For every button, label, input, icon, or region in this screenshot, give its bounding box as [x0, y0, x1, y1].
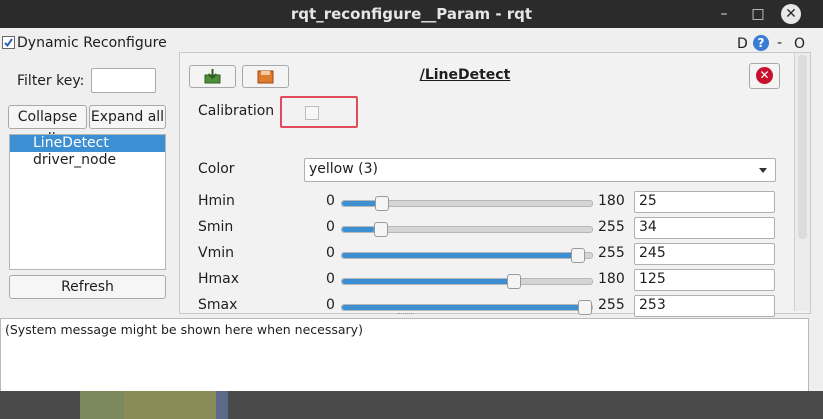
param-min: 0 [326, 219, 335, 235]
node-panel: /LineDetect ✕ Calibration Color yellow (… [179, 52, 811, 343]
param-slider[interactable] [341, 248, 593, 263]
param-value-field[interactable]: 245 [634, 243, 775, 265]
dock-d-button[interactable]: D [737, 36, 748, 52]
param-value: 125 [639, 271, 666, 287]
param-max: 255 [598, 297, 625, 313]
param-label: Hmin [198, 193, 235, 209]
param-slider-fill [342, 253, 582, 258]
close-icon: ✕ [756, 67, 773, 84]
param-label: Hmax [198, 271, 240, 287]
param-min: 0 [326, 245, 335, 261]
color-select-value: yellow (3) [309, 161, 378, 177]
collapse-all-button[interactable]: Collapse all [8, 105, 87, 147]
param-value: 25 [639, 193, 657, 209]
param-value-field[interactable]: 25 [634, 191, 775, 213]
dock-title: Dynamic Reconfigure [17, 35, 167, 51]
param-slider[interactable] [341, 274, 593, 289]
param-slider-fill [342, 201, 377, 206]
param-value: 245 [639, 245, 666, 261]
window-title: rqt_reconfigure__Param - rqt [290, 5, 533, 23]
param-slider-fill [342, 279, 516, 284]
background-strip [0, 391, 823, 419]
calibration-checkbox[interactable] [305, 106, 319, 120]
tree-item-driver-node[interactable]: driver_node [10, 152, 165, 169]
minimize-icon[interactable]: – [714, 4, 734, 24]
color-label: Color [198, 161, 235, 177]
calibration-label: Calibration [198, 103, 275, 119]
splitter-handle[interactable] [398, 313, 414, 316]
main-window: Dynamic Reconfigure D ? - O Filter key: … [0, 28, 823, 419]
node-tree: LineDetect driver_node [9, 134, 166, 270]
param-slider[interactable] [341, 222, 593, 237]
color-select[interactable]: yellow (3) [304, 158, 776, 182]
close-node-button[interactable]: ✕ [749, 63, 780, 89]
calibration-highlight [280, 96, 358, 128]
node-title: /LineDetect [419, 67, 511, 83]
param-slider-fill [342, 305, 590, 310]
param-value-field[interactable]: 125 [634, 269, 775, 291]
param-value-field[interactable]: 253 [634, 295, 775, 317]
param-label: Smax [198, 297, 238, 313]
maximize-icon[interactable]: □ [748, 4, 768, 24]
param-slider-handle[interactable] [374, 222, 388, 237]
help-icon[interactable]: ? [753, 35, 769, 51]
param-min: 0 [326, 193, 335, 209]
param-value-field[interactable]: 34 [634, 217, 775, 239]
param-slider[interactable] [341, 196, 593, 211]
param-slider-handle[interactable] [375, 196, 389, 211]
window-titlebar: rqt_reconfigure__Param - rqt – □ ✕ [0, 0, 823, 28]
background-block [216, 391, 228, 419]
background-block [124, 391, 216, 419]
expand-all-button[interactable]: Expand all [89, 105, 166, 129]
param-value: 253 [639, 297, 666, 313]
param-label: Smin [198, 219, 234, 235]
dock-checkbox[interactable] [2, 36, 15, 49]
message-box: (System message might be shown here when… [0, 318, 809, 393]
tree-item-linedetect[interactable]: LineDetect [10, 135, 165, 152]
param-max: 180 [598, 271, 625, 287]
close-window-icon[interactable]: ✕ [781, 4, 801, 24]
check-icon [4, 38, 13, 48]
param-slider[interactable] [341, 300, 593, 315]
param-value: 34 [639, 219, 657, 235]
vertical-scrollbar[interactable] [794, 53, 810, 311]
refresh-button[interactable]: Refresh [9, 275, 166, 299]
dock-minimize-button[interactable]: - [777, 35, 782, 51]
background-block [80, 391, 124, 419]
param-max: 180 [598, 193, 625, 209]
param-max: 255 [598, 245, 625, 261]
filter-input[interactable] [91, 68, 156, 93]
param-slider-handle[interactable] [571, 248, 585, 263]
param-min: 0 [326, 297, 335, 313]
param-slider-fill [342, 227, 375, 232]
message-text: (System message might be shown here when… [5, 322, 363, 337]
param-slider-handle[interactable] [578, 300, 592, 315]
param-max: 255 [598, 219, 625, 235]
chevron-down-icon [759, 168, 767, 173]
dock-float-button[interactable]: O [794, 36, 805, 52]
scrollbar-handle[interactable] [798, 55, 807, 239]
param-min: 0 [326, 271, 335, 287]
filter-label: Filter key: [17, 73, 85, 89]
param-label: Vmin [198, 245, 234, 261]
param-slider-handle[interactable] [507, 274, 521, 289]
